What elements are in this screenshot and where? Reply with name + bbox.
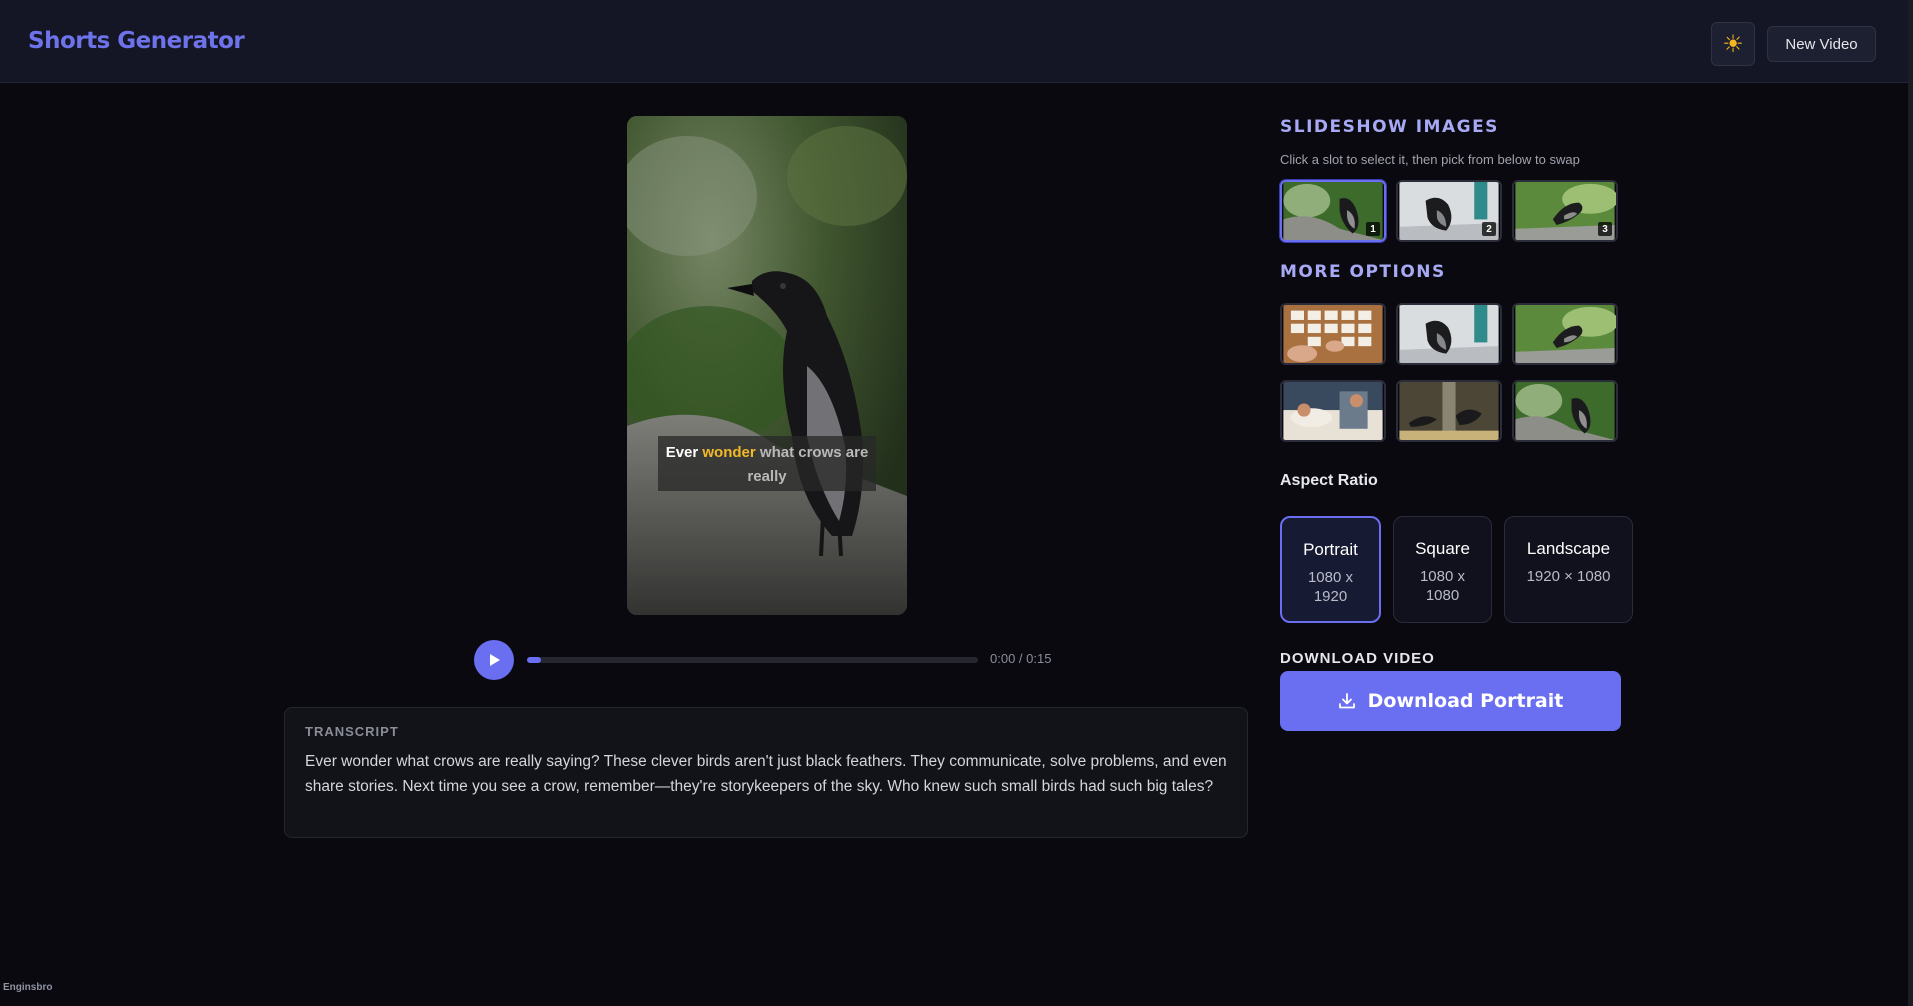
video-preview[interactable]: Ever wonder what crows are really	[627, 116, 907, 615]
play-icon	[490, 654, 500, 666]
aspect-option-portrait[interactable]: Portrait 1080 x 1920	[1280, 516, 1381, 623]
slideshow-slot-3[interactable]: 3	[1512, 180, 1618, 242]
transcript-panel: TRANSCRIPT Ever wonder what crows are re…	[284, 707, 1248, 838]
download-button-label: Download Portrait	[1367, 690, 1564, 712]
option-image-2[interactable]	[1396, 303, 1502, 365]
transcript-text: Ever wonder what crows are really saying…	[305, 753, 1227, 795]
page-scrollbar[interactable]	[1908, 0, 1913, 1006]
caption-spoken-words: Ever	[665, 444, 699, 461]
option-image-4[interactable]	[1280, 380, 1386, 442]
option-image-1[interactable]	[1280, 303, 1386, 365]
aspect-option-name: Landscape	[1526, 539, 1611, 558]
aspect-ratio-label: Aspect Ratio	[1280, 472, 1378, 489]
download-icon	[1338, 693, 1355, 709]
caption-upcoming-words: what crows are really	[747, 444, 869, 485]
slideshow-slot-2[interactable]: 2	[1396, 180, 1502, 242]
footer-brand: Enginsbro	[3, 982, 53, 993]
aspect-option-square[interactable]: Square 1080 x 1080	[1393, 516, 1492, 623]
aspect-option-dims: 1080 x 1920	[1307, 569, 1354, 605]
slot-number: 3	[1598, 222, 1612, 236]
aspect-option-landscape[interactable]: Landscape 1920 × 1080	[1504, 516, 1633, 623]
new-video-button[interactable]: New Video	[1767, 26, 1876, 62]
play-button[interactable]	[474, 640, 514, 680]
option-image-6[interactable]	[1512, 380, 1618, 442]
slot-number: 1	[1366, 222, 1380, 236]
slideshow-slot-1[interactable]: 1	[1280, 180, 1386, 242]
aspect-option-dims: 1080 x 1080	[1419, 568, 1466, 604]
slideshow-hint: Click a slot to select it, then pick fro…	[1280, 152, 1580, 167]
aspect-option-name: Portrait	[1303, 540, 1358, 559]
download-button[interactable]: Download Portrait	[1280, 671, 1621, 731]
slideshow-title: SLIDESHOW IMAGES	[1280, 117, 1499, 137]
slot-number: 2	[1482, 222, 1496, 236]
theme-toggle-button[interactable]: ☀	[1711, 22, 1755, 66]
aspect-option-name: Square	[1415, 539, 1470, 558]
more-options-title: MORE OPTIONS	[1280, 262, 1446, 282]
seek-bar-progress	[527, 657, 541, 663]
caption-overlay: Ever wonder what crows are really	[658, 436, 876, 491]
caption-current-word: wonder	[702, 444, 756, 461]
seek-bar[interactable]	[527, 657, 978, 663]
time-display: 0:00 / 0:15	[990, 651, 1052, 666]
option-image-5[interactable]	[1396, 380, 1502, 442]
download-section-label: DOWNLOAD VIDEO	[1280, 650, 1435, 667]
app-title: Shorts Generator	[28, 28, 245, 54]
crow-image	[627, 116, 907, 615]
option-image-3[interactable]	[1512, 303, 1618, 365]
sun-icon: ☀	[1722, 30, 1744, 58]
transcript-title: TRANSCRIPT	[305, 724, 399, 739]
app-header: Shorts Generator ☀ New Video	[0, 0, 1908, 83]
aspect-option-dims: 1920 × 1080	[1526, 568, 1611, 585]
